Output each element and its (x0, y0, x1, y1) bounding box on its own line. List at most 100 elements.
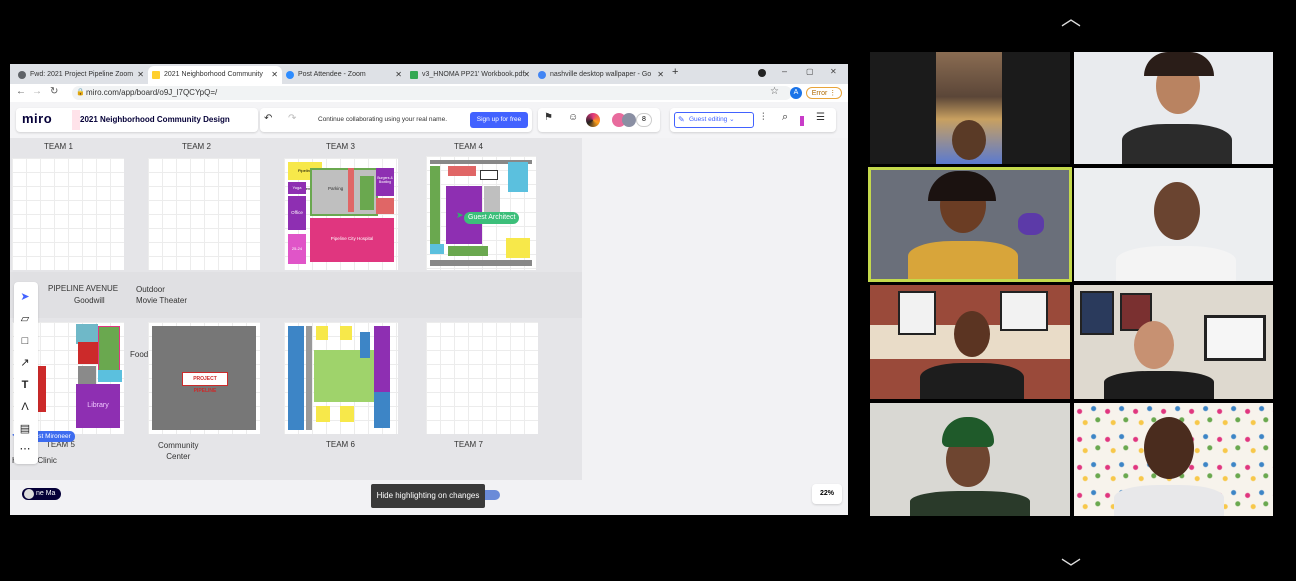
wall-frame (1080, 291, 1114, 335)
editing-pill: ✎ Guest editing ⌄ ⫶ ⌕ ☰ (670, 108, 836, 132)
lock-icon: 🔒 (76, 89, 85, 96)
participant-hair (1144, 52, 1214, 76)
comment-icon[interactable]: ▤ (18, 422, 32, 436)
community-center-label: Community Center (158, 441, 199, 461)
close-tab-icon[interactable]: ✕ (523, 66, 530, 84)
guest-architect-cursor: ➤ Guest Architect (456, 210, 552, 224)
shared-screen: Fwd: 2021 Project Pipeline Zoom ✕ 2021 Ne… (10, 64, 848, 515)
collab-pill: ↶ ↷ Continue collaborating using your re… (260, 108, 532, 132)
close-tab-icon[interactable]: ✕ (395, 66, 402, 84)
blue-strip (288, 326, 304, 430)
chevron-down-icon[interactable]: ﹀ (1056, 552, 1086, 580)
outdoor-movie-label: Outdoor Movie Theater (136, 285, 187, 305)
red-block (78, 342, 98, 364)
sign-up-button[interactable]: Sign up for free (470, 112, 528, 128)
google-icon (538, 71, 546, 79)
text-tool-icon[interactable]: T (18, 378, 32, 392)
cursor-marker (800, 116, 804, 126)
blue-block (374, 392, 390, 428)
wall-frame (898, 291, 936, 335)
close-tab-icon[interactable]: ✕ (137, 66, 144, 84)
highlight-tooltip[interactable]: Hide highlighting on changes (371, 484, 485, 508)
participant-body (920, 363, 1024, 399)
shape-icon[interactable]: □ (18, 334, 32, 348)
record-icon (758, 69, 766, 77)
yoga-block: Yoga (288, 182, 306, 194)
collab-prompt: Continue collaborating using your real n… (318, 116, 447, 123)
purple-strip (374, 326, 390, 392)
participant-tile[interactable] (1074, 285, 1273, 399)
miro-logo[interactable]: miro (22, 111, 52, 126)
pointer-flag-icon[interactable]: ⚑ (544, 112, 553, 123)
participant-hair (928, 171, 996, 201)
connector-arrow-icon[interactable]: ↗ (18, 356, 32, 370)
road-strip (306, 326, 312, 430)
participant-body (908, 241, 1018, 279)
settings-sliders-icon[interactable]: ⫶ (762, 112, 765, 123)
participant-body (910, 491, 1030, 516)
participant-tile[interactable] (1074, 168, 1273, 281)
wall-frame (1204, 315, 1266, 361)
close-tab-icon[interactable]: ✕ (271, 66, 278, 84)
burgers-bowling-block: Burgers & Bowling (376, 168, 394, 196)
sticky-note-icon[interactable]: ▱ (18, 312, 32, 326)
community-center-block: PROJECT PIPELINE (152, 326, 256, 430)
tab-miro-board[interactable]: 2021 Neighborhood Community ✕ (148, 66, 282, 84)
tab-zoom[interactable]: Post Attendee - Zoom ✕ (282, 66, 406, 84)
new-tab-icon[interactable]: + (672, 66, 678, 78)
error-button[interactable]: Error ⋮ (806, 87, 842, 99)
active-speaker-tile[interactable] (868, 167, 1072, 282)
team-3-plot[interactable]: Pipeline Residence Yoga Office 25-24 Par… (284, 158, 398, 270)
team-7-plot[interactable] (426, 322, 538, 434)
community-center-plot[interactable]: PROJECT PIPELINE (148, 322, 260, 434)
guest-editing-dropdown[interactable]: ✎ Guest editing ⌄ (674, 112, 754, 128)
participant-tile[interactable] (870, 285, 1070, 399)
parking-lot: Parking (310, 168, 378, 216)
team-2-plot[interactable] (148, 158, 260, 270)
tab-fwd-email[interactable]: Fwd: 2021 Project Pipeline Zoom ✕ (14, 66, 148, 84)
collaborator-avatar[interactable] (622, 113, 636, 127)
tab-drive-pdf[interactable]: v3_HNOMA PP21' Workbook.pdf ✕ (406, 66, 534, 84)
board-title[interactable]: 2021 Neighborhood Community Design (80, 115, 230, 124)
back-icon[interactable]: ← (16, 86, 26, 97)
menu-list-icon[interactable]: ☰ (816, 112, 825, 123)
user-badge: ne Ma (22, 488, 62, 500)
redo-icon[interactable]: ↷ (288, 113, 296, 124)
participant-tile[interactable] (870, 403, 1070, 516)
yellow-block (340, 326, 352, 340)
blue-block (360, 332, 370, 358)
more-tools-icon[interactable]: ⋯ (18, 442, 32, 456)
bookmark-star-icon[interactable]: ☆ (770, 86, 779, 97)
avatar-count-badge[interactable]: 8 (636, 113, 652, 127)
timer-avatar[interactable] (586, 113, 600, 127)
participant-body (1116, 246, 1236, 281)
participant-face (954, 311, 990, 357)
team-1-plot[interactable] (12, 158, 124, 270)
yellow-block (316, 326, 328, 340)
participant-tile[interactable] (870, 52, 1070, 164)
tree-row (448, 246, 488, 256)
participant-tile[interactable] (1074, 403, 1273, 516)
undo-icon[interactable]: ↶ (264, 113, 272, 124)
url-field[interactable]: 🔒 miro.com/app/board/o9J_l7QCYpQ=/ (72, 86, 792, 100)
lot-25-24: 25-24 (288, 234, 306, 264)
miro-canvas[interactable]: TEAM 1 TEAM 2 TEAM 3 TEAM 4 Pipeline Res… (10, 138, 848, 515)
reload-icon[interactable]: ↻ (50, 86, 58, 97)
pen-icon[interactable]: Λ (18, 400, 32, 414)
select-arrow-icon[interactable]: ➤ (18, 290, 32, 304)
chevron-up-icon[interactable]: ︿ (1056, 2, 1086, 30)
search-icon[interactable]: ⌕ (782, 111, 788, 124)
reactions-icon[interactable]: ☺ (568, 112, 578, 123)
minimize-icon[interactable]: – (782, 66, 787, 76)
zoom-level[interactable]: 22% (812, 484, 842, 504)
maximize-icon[interactable]: ▢ (806, 67, 814, 76)
butterfly-decor (1018, 213, 1044, 235)
team-6-plot[interactable] (284, 322, 398, 434)
forward-icon[interactable]: → (32, 86, 42, 97)
miro-toolbar: miro 2021 Neighborhood Community Design … (10, 102, 848, 138)
profile-avatar[interactable]: A (790, 87, 802, 99)
tab-google-search[interactable]: nashville desktop wallpaper - Go ✕ (534, 66, 668, 84)
participant-tile[interactable] (1074, 52, 1273, 164)
close-window-icon[interactable]: ✕ (830, 67, 837, 76)
close-tab-icon[interactable]: ✕ (657, 66, 664, 84)
